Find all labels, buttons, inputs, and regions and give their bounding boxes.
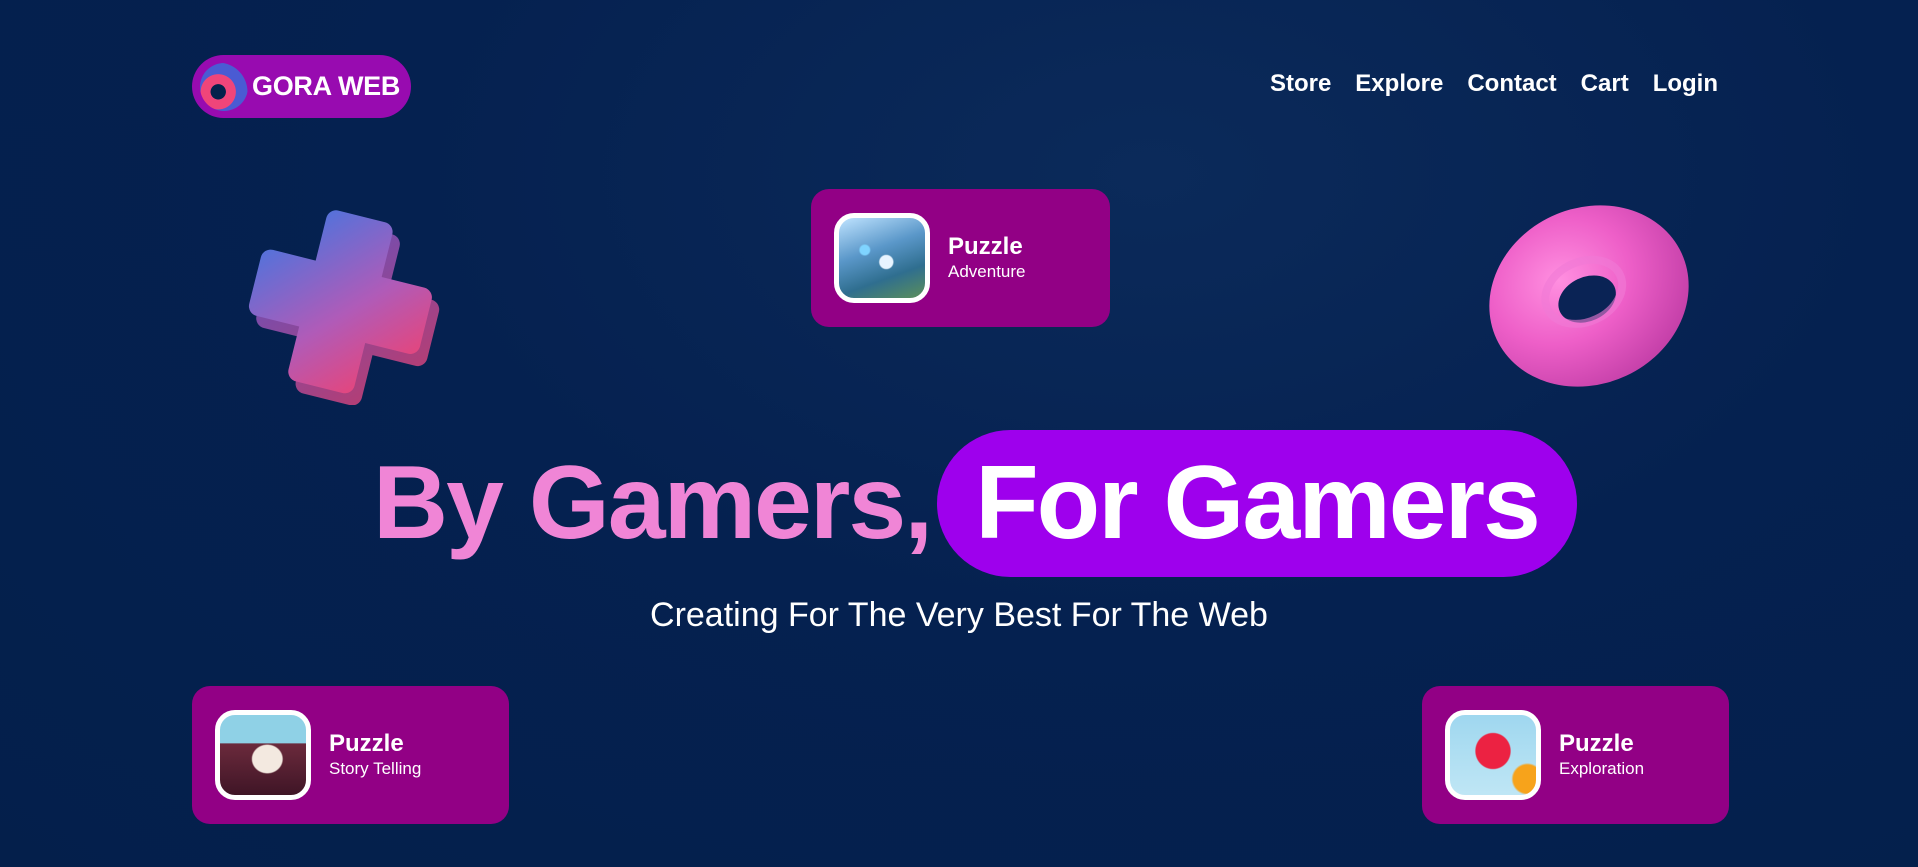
game-card-exploration[interactable]: Puzzle Exploration	[1422, 686, 1729, 824]
card-subtitle: Adventure	[948, 262, 1026, 282]
card-subtitle: Exploration	[1559, 759, 1645, 779]
brand-name: GORA WEB	[252, 71, 401, 101]
nav-login[interactable]: Login	[1653, 70, 1718, 98]
wolf-game-thumbnail	[834, 213, 930, 303]
card-title: Puzzle	[329, 730, 404, 758]
nav-explore[interactable]: Explore	[1355, 70, 1443, 98]
nav-cart[interactable]: Cart	[1581, 70, 1629, 98]
hero-headline: By Gamers, For Gamers	[373, 430, 1577, 577]
hero-headline-part2: For Gamers	[937, 430, 1577, 577]
ring-icon	[200, 62, 248, 111]
hero-subtitle: Creating For The Very Best For The Web	[650, 596, 1268, 634]
octopus-game-thumbnail	[1445, 710, 1541, 800]
game-card-adventure[interactable]: Puzzle Adventure	[811, 189, 1110, 327]
nav-contact[interactable]: Contact	[1467, 70, 1556, 98]
main-nav: Store Explore Contact Cart Login	[1270, 70, 1718, 98]
game-card-story-telling[interactable]: Puzzle Story Telling	[192, 686, 509, 824]
brand-logo[interactable]: GORA WEB	[192, 55, 411, 118]
nav-store[interactable]: Store	[1270, 70, 1331, 98]
card-title: Puzzle	[948, 233, 1023, 261]
plus-3d-icon	[248, 210, 440, 405]
car-game-thumbnail	[215, 710, 311, 800]
card-title: Puzzle	[1559, 730, 1634, 758]
card-subtitle: Story Telling	[329, 759, 422, 779]
hero-headline-part1: By Gamers,	[373, 445, 933, 561]
torus-3d-icon	[1489, 205, 1689, 387]
